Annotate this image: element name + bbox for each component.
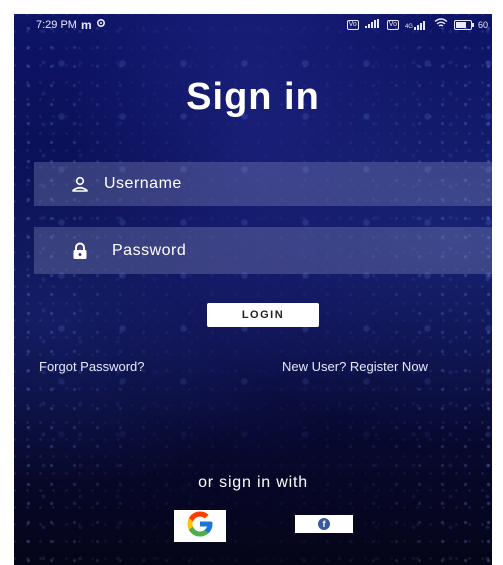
login-button[interactable]: LOGIN: [207, 303, 319, 327]
status-left: 7:29 PM m: [36, 18, 106, 32]
battery-icon: [453, 20, 474, 30]
network-type-label: 4G: [404, 23, 413, 30]
google-icon: [185, 509, 215, 544]
facebook-icon: f: [318, 518, 330, 530]
social-signin-prompt: or sign in with: [198, 474, 308, 491]
battery-percent: 60: [477, 20, 488, 30]
sign-in-screen: 7:29 PM m Vo Vo 4G 60 Sign in Username P…: [14, 14, 492, 565]
gear-icon: [96, 18, 106, 32]
sim1-volte-icon: Vo: [346, 20, 359, 30]
username-placeholder: Username: [104, 175, 182, 192]
password-field[interactable]: Password: [34, 227, 492, 274]
carrier-m-icon: m: [80, 18, 92, 32]
status-bar: 7:29 PM m Vo Vo 4G 60: [14, 14, 492, 36]
password-placeholder: Password: [112, 241, 187, 259]
register-link[interactable]: New User? Register Now: [282, 359, 428, 374]
wifi-icon: [434, 18, 448, 32]
person-icon: [60, 176, 100, 192]
lock-icon: [60, 242, 100, 260]
forgot-password-link[interactable]: Forgot Password?: [39, 359, 145, 374]
signal-4g-icon: 4G: [404, 20, 428, 30]
page-title: Sign in: [186, 76, 320, 118]
status-time: 7:29 PM: [36, 19, 77, 31]
signal-icon: [364, 18, 381, 32]
google-signin-button[interactable]: [174, 510, 226, 542]
facebook-signin-button[interactable]: f: [295, 515, 353, 533]
sim2-volte-icon: Vo: [386, 20, 399, 30]
status-right: Vo Vo 4G 60: [346, 18, 488, 32]
username-field[interactable]: Username: [34, 162, 492, 206]
